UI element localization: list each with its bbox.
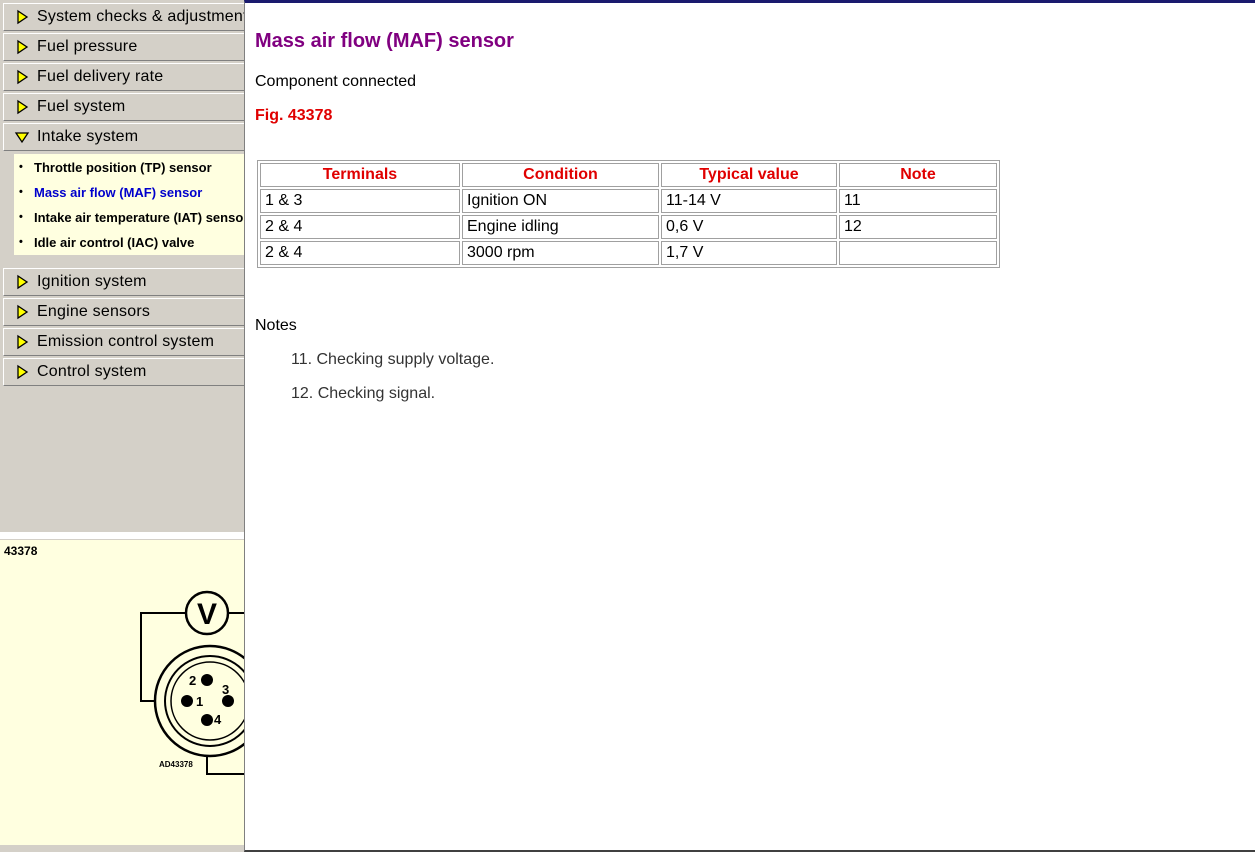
column-header: Condition xyxy=(462,163,659,187)
sidebar-nav: System checks & adjustments Fuel pressur… xyxy=(0,0,244,532)
table-cell: Engine idling xyxy=(462,215,659,239)
table-row: 1 & 3 Ignition ON 11-14 V 11 xyxy=(260,189,997,213)
table-cell: Ignition ON xyxy=(462,189,659,213)
note-item: 12. Checking signal. xyxy=(291,385,436,402)
sub-item-intake-air-temperature[interactable]: • Intake air temperature (IAT) sensor xyxy=(14,207,244,227)
pin-1 xyxy=(181,695,193,707)
bullet-icon: • xyxy=(19,211,23,223)
table-cell: 12 xyxy=(839,215,997,239)
pin-label: 4 xyxy=(214,712,222,727)
bullet-icon: • xyxy=(19,161,23,173)
table-cell: 1 & 3 xyxy=(260,189,460,213)
table-cell: 2 & 4 xyxy=(260,241,460,265)
arrow-right-icon xyxy=(17,99,29,115)
page-title: Mass air flow (MAF) sensor xyxy=(255,30,514,52)
pin-4 xyxy=(201,714,213,726)
content-pane: Mass air flow (MAF) sensor Component con… xyxy=(244,0,1255,852)
diagram-code: AD43378 xyxy=(159,760,193,769)
arrow-right-icon xyxy=(17,274,29,290)
sub-item-label: Mass air flow (MAF) sensor xyxy=(34,184,203,200)
arrow-right-icon xyxy=(17,69,29,85)
figure-link[interactable]: Fig. 43378 xyxy=(255,107,332,125)
connector-wiring-diagram: V 1 2 3 4 AD43378 xyxy=(140,590,244,775)
sub-item-label: Idle air control (IAC) valve xyxy=(34,234,195,250)
nav-item-control-system[interactable]: Control system xyxy=(3,358,244,386)
nav-item-fuel-system[interactable]: Fuel system xyxy=(3,93,244,121)
nav-item-label: Emission control system xyxy=(37,333,215,350)
intake-subitems-panel: • Throttle position (TP) sensor • Mass a… xyxy=(14,154,244,255)
table-cell xyxy=(839,241,997,265)
nav-item-system-checks[interactable]: System checks & adjustments xyxy=(3,3,244,31)
nav-item-engine-sensors[interactable]: Engine sensors xyxy=(3,298,244,326)
nav-item-fuel-delivery-rate[interactable]: Fuel delivery rate xyxy=(3,63,244,91)
values-table: Terminals Condition Typical value Note 1… xyxy=(257,160,1000,268)
figure-id: 43378 xyxy=(4,544,38,558)
pin-label: 2 xyxy=(189,673,196,688)
table-cell: 1,7 V xyxy=(661,241,837,265)
pin-2 xyxy=(201,674,213,686)
sub-item-label: Intake air temperature (IAT) sensor xyxy=(34,209,244,225)
bullet-icon: • xyxy=(19,186,23,198)
arrow-right-icon xyxy=(17,304,29,320)
bullet-icon: • xyxy=(19,236,23,248)
sub-item-mass-air-flow[interactable]: • Mass air flow (MAF) sensor xyxy=(14,182,202,202)
sidebar-bottom-strip xyxy=(0,845,244,852)
arrow-right-icon xyxy=(17,9,29,25)
table-cell: 11 xyxy=(839,189,997,213)
sub-item-throttle-position[interactable]: • Throttle position (TP) sensor xyxy=(14,157,212,177)
sub-item-label: Throttle position (TP) sensor xyxy=(34,159,212,175)
table-row: 2 & 4 3000 rpm 1,7 V xyxy=(260,241,997,265)
arrow-down-icon xyxy=(14,132,30,144)
component-status: Component connected xyxy=(255,73,416,90)
nav-item-intake-system[interactable]: Intake system xyxy=(3,123,244,151)
nav-item-label: System checks & adjustments xyxy=(37,8,244,25)
figure-panel: V 1 2 3 4 AD43378 43378 xyxy=(0,539,244,846)
table-header-row: Terminals Condition Typical value Note xyxy=(260,163,997,187)
table-cell: 0,6 V xyxy=(661,215,837,239)
nav-item-label: Fuel system xyxy=(37,98,126,115)
arrow-right-icon xyxy=(17,39,29,55)
table-cell: 11-14 V xyxy=(661,189,837,213)
nav-item-label: Control system xyxy=(37,363,147,380)
column-header: Note xyxy=(839,163,997,187)
table-row: 2 & 4 Engine idling 0,6 V 12 xyxy=(260,215,997,239)
nav-item-label: Intake system xyxy=(37,128,139,145)
sub-item-idle-air-control[interactable]: • Idle air control (IAC) valve xyxy=(14,232,194,252)
nav-item-fuel-pressure[interactable]: Fuel pressure xyxy=(3,33,244,61)
arrow-right-icon xyxy=(17,334,29,350)
pin-label: 1 xyxy=(196,694,203,709)
voltmeter-label: V xyxy=(197,598,217,631)
note-item: 11. Checking supply voltage. xyxy=(291,351,495,368)
nav-item-label: Ignition system xyxy=(37,273,147,290)
column-header: Terminals xyxy=(260,163,460,187)
arrow-right-icon xyxy=(17,364,29,380)
nav-item-ignition-system[interactable]: Ignition system xyxy=(3,268,244,296)
nav-item-emission-control[interactable]: Emission control system xyxy=(3,328,244,356)
nav-item-label: Engine sensors xyxy=(37,303,151,320)
pin-label: 3 xyxy=(222,682,229,697)
notes-heading: Notes xyxy=(255,317,297,334)
nav-item-label: Fuel delivery rate xyxy=(37,68,164,85)
table-cell: 3000 rpm xyxy=(462,241,659,265)
table-cell: 2 & 4 xyxy=(260,215,460,239)
column-header: Typical value xyxy=(661,163,837,187)
nav-item-label: Fuel pressure xyxy=(37,38,138,55)
